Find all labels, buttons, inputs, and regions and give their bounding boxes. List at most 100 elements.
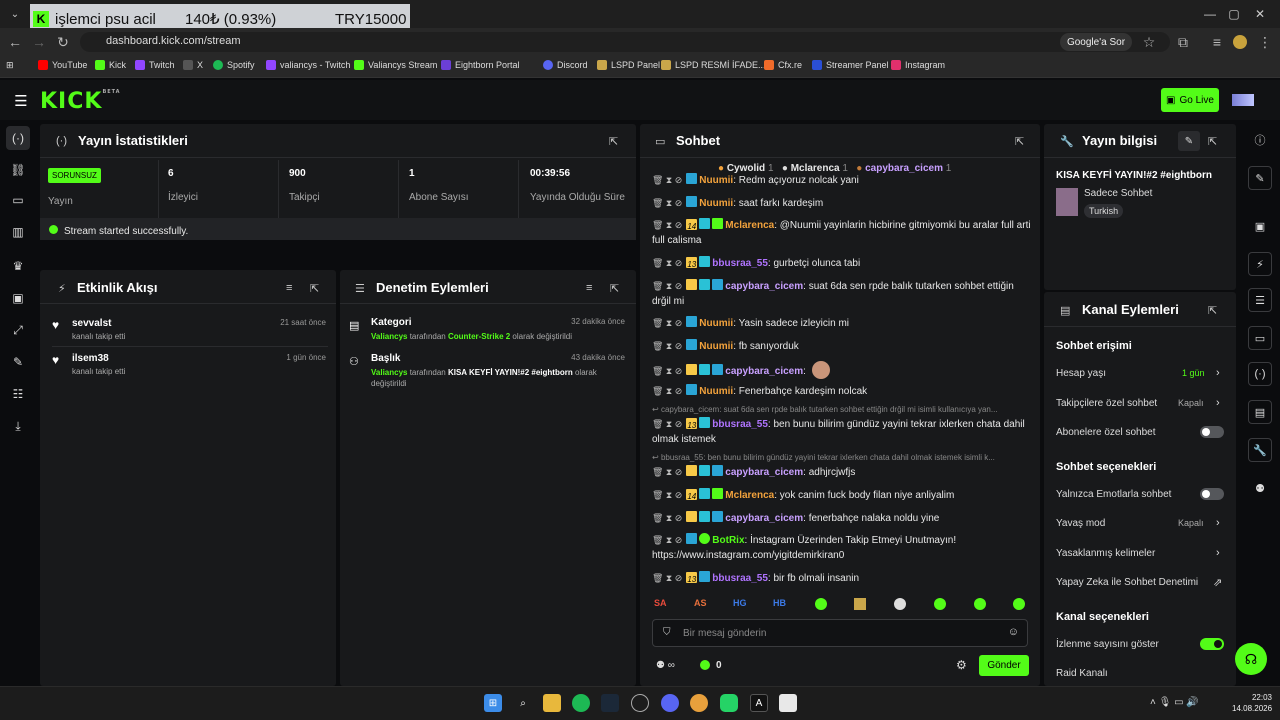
emote-sa[interactable]: SA — [654, 598, 667, 608]
filter-icon[interactable]: ≡ — [286, 282, 292, 294]
external-link-icon[interactable]: ⇗ — [1213, 576, 1222, 589]
emoji-icon[interactable]: ☺ — [1008, 626, 1019, 638]
mod-actions[interactable]: 🗑 ⧗ ⊘ — [652, 384, 682, 399]
tab-list-dropdown-icon[interactable]: ⌄ — [6, 5, 24, 23]
hamburger-menu-icon[interactable]: ☰ — [12, 92, 30, 110]
chevron-right-icon[interactable]: › — [1216, 547, 1220, 559]
emote-box[interactable] — [854, 598, 866, 610]
bookmark-lspd-panel[interactable]: LSPD Panel — [597, 60, 660, 70]
mod-actions[interactable]: 🗑 ⧗ ⊘ — [652, 571, 682, 586]
chat-rules-icon[interactable]: ⚉ ∞ — [656, 660, 675, 671]
community-nav-icon[interactable]: ☷ — [8, 384, 28, 404]
bookmark-lspd-resmi[interactable]: LSPD RESMİ İFADE... — [661, 60, 766, 70]
app-icon[interactable]: A — [750, 694, 768, 712]
wrench-icon[interactable]: 🔧 — [1248, 438, 1272, 462]
search-icon[interactable]: ⌕ — [514, 694, 532, 712]
bookmark-instagram[interactable]: Instagram — [891, 60, 945, 70]
show-views-toggle[interactable] — [1200, 638, 1224, 650]
bookmark-x[interactable]: X — [183, 60, 203, 70]
chevron-right-icon[interactable]: › — [1216, 397, 1220, 409]
browser-nav-icon[interactable]: ▭ — [8, 190, 28, 210]
support-chat-button[interactable]: ☊ — [1235, 643, 1267, 675]
lightning-icon[interactable]: ⚡ — [1248, 252, 1272, 276]
bookmark-eightborn-portal[interactable]: Eightborn Portal — [441, 60, 520, 70]
popout-icon[interactable]: ⇱ — [1208, 135, 1217, 148]
emote-hb[interactable]: HB — [773, 598, 786, 608]
bookmark-kick[interactable]: Kick — [95, 60, 126, 70]
profile-avatar[interactable] — [1233, 35, 1247, 49]
mod-actions[interactable]: 🗑 ⧗ ⊘ — [652, 279, 682, 294]
mod-actions[interactable]: 🗑 ⧗ ⊘ — [652, 218, 682, 233]
browser-menu-icon[interactable]: ⋮ — [1254, 32, 1276, 52]
mod-actions[interactable]: 🗑 ⧗ ⊘ — [652, 196, 682, 211]
emote-kick[interactable] — [934, 598, 946, 610]
popout-icon[interactable]: ⇱ — [310, 282, 319, 295]
apps-grid-icon[interactable]: ⊞ — [6, 60, 14, 71]
mod-actions[interactable]: 🗑 ⧗ ⊘ — [652, 533, 682, 548]
emote-face[interactable] — [894, 598, 906, 610]
back-icon[interactable]: ← — [4, 32, 26, 52]
windows-start-icon[interactable]: ⊞ — [484, 694, 502, 712]
account-age-value[interactable]: 1 gün — [1182, 368, 1205, 378]
raid-channel-label[interactable]: Raid Kanalı — [1056, 668, 1108, 679]
channel-actions-icon[interactable]: ▤ — [1248, 400, 1272, 424]
edit-pencil-icon[interactable]: ✎ — [1178, 131, 1200, 151]
emote-kick[interactable] — [1013, 598, 1025, 610]
settings-gear-icon[interactable]: ⚙ — [956, 658, 967, 672]
close-window-icon[interactable]: ✕ — [1248, 4, 1272, 24]
edit-icon[interactable]: ✎ — [1248, 166, 1272, 190]
popout-icon[interactable]: ⇱ — [610, 282, 619, 295]
bookmark-star-icon[interactable]: ☆ — [1138, 32, 1160, 52]
banned-words-label[interactable]: Yasaklanmış kelimeler — [1056, 548, 1155, 559]
chat-icon[interactable]: ▭ — [1248, 326, 1272, 350]
emote-hg[interactable]: HG — [733, 598, 747, 608]
user-avatar[interactable] — [1232, 94, 1254, 106]
emote-kick[interactable] — [974, 598, 986, 610]
account-age-label[interactable]: Hesap yaşı — [1056, 368, 1106, 379]
trophy-nav-icon[interactable]: ♛ — [8, 256, 28, 276]
whatsapp-icon[interactable] — [720, 694, 738, 712]
go-live-button[interactable]: ▣ Go Live — [1161, 88, 1219, 112]
stream-nav-icon[interactable]: (·) — [6, 126, 30, 150]
reading-list-icon[interactable]: ≡ — [1206, 32, 1228, 52]
tray-icons[interactable]: ˄ 🎙 ▭ 🔊 — [1150, 697, 1199, 708]
ai-moderation-label[interactable]: Yapay Zeka ile Sohbet Denetimi — [1056, 577, 1198, 588]
filter-icon[interactable]: ≡ — [586, 282, 592, 294]
connections-icon[interactable]: ⚉ — [1248, 476, 1272, 500]
bookmark-spotify[interactable]: Spotify — [213, 60, 255, 70]
list-icon[interactable]: ☰ — [1248, 288, 1272, 312]
media-icon[interactable]: ▣ — [1248, 214, 1272, 238]
bookmark-youtube[interactable]: YouTube — [38, 60, 87, 70]
bookmark-cfx[interactable]: Cfx.re — [764, 60, 802, 70]
app-icon[interactable] — [779, 694, 797, 712]
bookmark-discord[interactable]: Discord — [543, 60, 588, 70]
chevron-right-icon[interactable]: › — [1216, 517, 1220, 529]
slow-mode-value[interactable]: Kapalı — [1178, 518, 1204, 528]
slow-mode-label[interactable]: Yavaş mod — [1056, 518, 1105, 529]
info-icon[interactable]: ⓘ — [1248, 128, 1272, 152]
bookmark-valiancys-twitch[interactable]: valiancys - Twitch — [266, 60, 350, 70]
subs-only-toggle[interactable] — [1200, 426, 1224, 438]
discord-icon[interactable] — [661, 694, 679, 712]
bookmark-valiancys-stream[interactable]: Valiancys Stream — [354, 60, 437, 70]
clock[interactable]: 22:03 14.08.2026 — [1232, 692, 1272, 714]
followers-only-value[interactable]: Kapalı — [1178, 398, 1204, 408]
emote-kick[interactable] — [815, 598, 827, 610]
mod-actions[interactable]: 🗑 ⧗ ⊘ — [652, 511, 682, 526]
upload-nav-icon[interactable]: ⤓ — [8, 416, 28, 436]
mod-actions[interactable]: 🗑 ⧗ ⊘ — [652, 488, 682, 503]
emote-as[interactable]: AS — [694, 598, 707, 608]
reload-icon[interactable]: ↻ — [52, 32, 74, 52]
followers-only-label[interactable]: Takipçilere özel sohbet — [1056, 398, 1157, 409]
mod-actions[interactable]: 🗑 ⧗ ⊘ — [652, 173, 682, 185]
steam-icon[interactable] — [601, 694, 619, 712]
google-ask-button[interactable]: Google'a Sor — [1060, 33, 1132, 51]
send-button[interactable]: Gönder — [979, 655, 1029, 676]
file-explorer-icon[interactable] — [543, 694, 561, 712]
stream-icon[interactable]: (·) — [1248, 362, 1272, 386]
minimize-icon[interactable]: — — [1198, 4, 1222, 24]
popout-icon[interactable]: ⇱ — [1208, 304, 1217, 317]
extensions-icon[interactable]: ⧉ — [1172, 32, 1194, 52]
analytics-nav-icon[interactable]: ▥ — [8, 222, 28, 242]
bookmark-twitch[interactable]: Twitch — [135, 60, 175, 70]
